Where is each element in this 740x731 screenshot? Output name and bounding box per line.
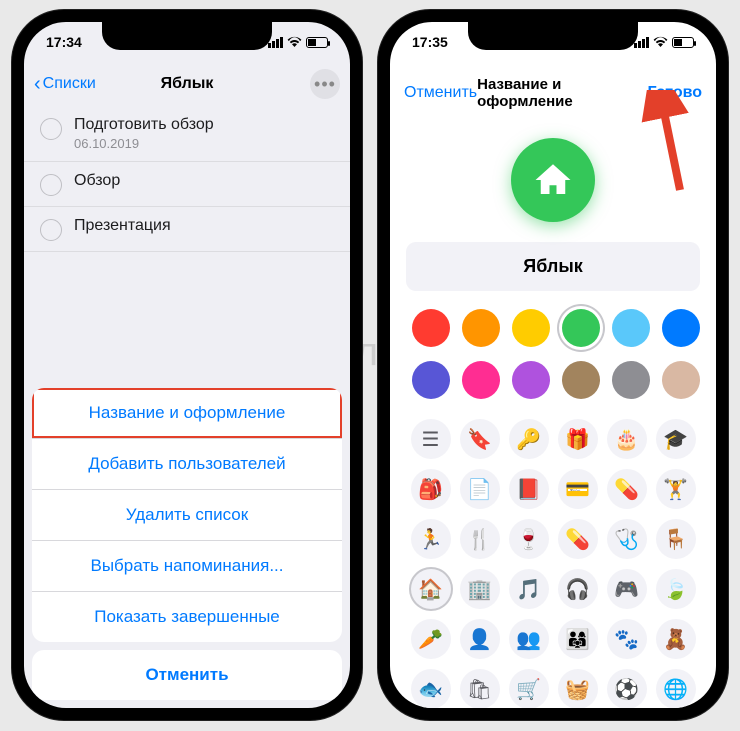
color-swatch[interactable] xyxy=(612,309,650,347)
running-icon[interactable]: 🏃 xyxy=(411,519,451,559)
reminder-row[interactable]: Подготовить обзор 06.10.2019 xyxy=(24,106,350,162)
reminders-list: Подготовить обзор 06.10.2019 Обзор Презента… xyxy=(24,106,350,252)
list-icon-preview xyxy=(511,138,595,222)
phone-right: 17:35 Отменить Название и оформление Гот… xyxy=(378,10,728,720)
book-icon[interactable]: 📕 xyxy=(509,469,549,509)
modal-done-button[interactable]: Готово xyxy=(648,84,702,102)
people-icon[interactable]: 👥 xyxy=(509,619,549,659)
teddy-bear-icon[interactable]: 🧸 xyxy=(656,619,696,659)
credit-card-icon[interactable]: 💳 xyxy=(558,469,598,509)
battery-icon xyxy=(672,37,694,48)
dumbbell-icon[interactable]: 🏋 xyxy=(656,469,696,509)
pills-circle-icon[interactable]: 💊 xyxy=(607,469,647,509)
chair-icon[interactable]: 🪑 xyxy=(656,519,696,559)
cake-icon[interactable]: 🎂 xyxy=(607,419,647,459)
color-swatch[interactable] xyxy=(412,309,450,347)
page-title: Яблык xyxy=(161,75,214,93)
house-icon[interactable]: 🏠 xyxy=(411,569,451,609)
color-swatch[interactable] xyxy=(662,361,700,399)
color-swatch[interactable] xyxy=(512,309,550,347)
sheet-option[interactable]: Добавить пользователей xyxy=(32,439,342,490)
color-swatch[interactable] xyxy=(612,361,650,399)
backpack-icon[interactable]: 🎒 xyxy=(411,469,451,509)
wifi-icon xyxy=(653,34,668,50)
graduation-cap-icon[interactable]: 🎓 xyxy=(656,419,696,459)
soccer-ball-icon[interactable]: ⚽ xyxy=(607,669,647,708)
icon-picker: ☰🔖🔑🎁🎂🎓🎒📄📕💳💊🏋🏃🍴🍷💊🩺🪑🏠🏢🎵🎧🎮🍃🥕👤👥👨‍👩‍👧🐾🧸🐟🛍🛒🧺⚽🌐 xyxy=(390,409,716,708)
carrot-icon[interactable]: 🥕 xyxy=(411,619,451,659)
cart-icon[interactable]: 🛒 xyxy=(509,669,549,708)
modal-header: Отменить Название и оформление Готово xyxy=(390,62,716,120)
back-button[interactable]: ‹ Списки xyxy=(34,74,96,94)
ellipsis-icon: ••• xyxy=(314,74,336,95)
nav-bar: ‹ Списки Яблык ••• xyxy=(24,62,350,106)
color-swatch[interactable] xyxy=(562,309,600,347)
color-swatch[interactable] xyxy=(462,309,500,347)
fish-icon[interactable]: 🐟 xyxy=(411,669,451,708)
family-icon[interactable]: 👨‍👩‍👧 xyxy=(558,619,598,659)
leaf-icon[interactable]: 🍃 xyxy=(656,569,696,609)
sheet-option[interactable]: Показать завершенные xyxy=(32,592,342,642)
color-swatch[interactable] xyxy=(512,361,550,399)
game-controller-icon[interactable]: 🎮 xyxy=(607,569,647,609)
sheet-option[interactable]: Выбрать напоминания... xyxy=(32,541,342,592)
reminder-complete-radio[interactable] xyxy=(40,118,62,140)
reminder-title: Подготовить обзор xyxy=(74,116,214,134)
notch xyxy=(468,22,638,50)
sheet-option[interactable]: Удалить список xyxy=(32,490,342,541)
action-sheet: Название и оформлениеДобавить пользовате… xyxy=(32,388,342,700)
paw-icon[interactable]: 🐾 xyxy=(607,619,647,659)
color-swatch[interactable] xyxy=(662,309,700,347)
headphones-icon[interactable]: 🎧 xyxy=(558,569,598,609)
bookmark-icon[interactable]: 🔖 xyxy=(460,419,500,459)
reminder-date: 06.10.2019 xyxy=(74,136,214,151)
list-bullet-icon[interactable]: ☰ xyxy=(411,419,451,459)
fork-knife-icon[interactable]: 🍴 xyxy=(460,519,500,559)
reminder-row[interactable]: Презентация xyxy=(24,207,350,252)
status-time: 17:34 xyxy=(46,34,82,50)
chevron-left-icon: ‹ xyxy=(34,74,41,94)
status-time: 17:35 xyxy=(412,34,448,50)
phone-left: 17:34 ‹ Списки Яблык ••• xyxy=(12,10,362,720)
reminder-complete-radio[interactable] xyxy=(40,174,62,196)
key-icon[interactable]: 🔑 xyxy=(509,419,549,459)
pills-icon[interactable]: 💊 xyxy=(558,519,598,559)
basket-icon[interactable]: 🧺 xyxy=(558,669,598,708)
document-icon[interactable]: 📄 xyxy=(460,469,500,509)
color-swatch[interactable] xyxy=(412,361,450,399)
notch xyxy=(102,22,272,50)
sheet-option[interactable]: Название и оформление xyxy=(32,388,342,439)
shopping-bag-icon[interactable]: 🛍 xyxy=(460,669,500,708)
list-name-field[interactable]: Яблык xyxy=(406,242,700,291)
reminder-title: Обзор xyxy=(74,172,120,190)
reminder-row[interactable]: Обзор xyxy=(24,162,350,207)
modal-cancel-button[interactable]: Отменить xyxy=(404,84,477,102)
sheet-cancel-button[interactable]: Отменить xyxy=(32,650,342,700)
building-icon[interactable]: 🏢 xyxy=(460,569,500,609)
color-picker xyxy=(390,309,716,409)
modal-title: Название и оформление xyxy=(477,76,647,110)
gift-icon[interactable]: 🎁 xyxy=(558,419,598,459)
music-icon[interactable]: 🎵 xyxy=(509,569,549,609)
back-label: Списки xyxy=(43,75,96,93)
battery-icon xyxy=(306,37,328,48)
house-icon xyxy=(532,159,574,201)
wine-glass-icon[interactable]: 🍷 xyxy=(509,519,549,559)
color-swatch[interactable] xyxy=(562,361,600,399)
color-swatch[interactable] xyxy=(462,361,500,399)
reminder-complete-radio[interactable] xyxy=(40,219,62,241)
more-button[interactable]: ••• xyxy=(310,69,340,99)
person-icon[interactable]: 👤 xyxy=(460,619,500,659)
wifi-icon xyxy=(287,34,302,50)
stethoscope-icon[interactable]: 🩺 xyxy=(607,519,647,559)
reminder-title: Презентация xyxy=(74,217,171,235)
globe-icon[interactable]: 🌐 xyxy=(656,669,696,708)
